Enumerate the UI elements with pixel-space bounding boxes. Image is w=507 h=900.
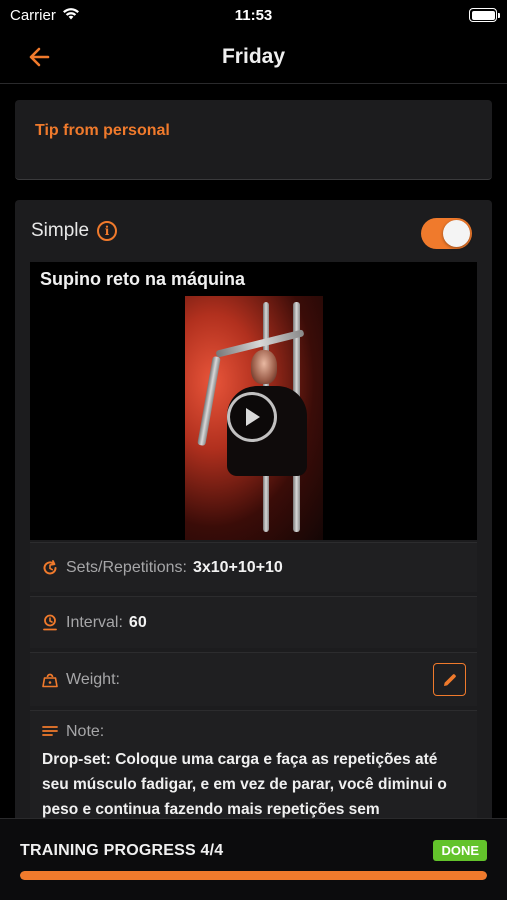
status-left: Carrier: [10, 7, 80, 24]
tip-title: Tip from personal: [35, 122, 170, 139]
timer-icon: [42, 614, 58, 631]
play-icon[interactable]: [227, 392, 277, 442]
person-head: [251, 350, 277, 384]
note-text: Drop-set: Coloque uma carga e faça as re…: [42, 751, 447, 818]
exercise-name: Supino reto na máquina: [40, 269, 246, 289]
sets-row: Sets/Repetitions: 3x10+10+10: [30, 542, 477, 592]
progress-label: TRAINING PROGRESS 4/4: [20, 842, 224, 859]
arrow-left-icon: [29, 47, 50, 67]
interval-value: 60: [128, 613, 147, 631]
page-title: Friday: [221, 44, 286, 68]
carrier-label: Carrier: [10, 6, 56, 24]
notes-icon: [42, 724, 58, 740]
info-icon[interactable]: i: [97, 221, 118, 241]
mode-label: Simple: [31, 220, 90, 241]
refresh-icon: [42, 559, 58, 576]
exercise-card: Simple i Supino reto na máquina Sets/Rep…: [15, 200, 492, 860]
wifi-icon: [62, 7, 80, 24]
edit-weight-button[interactable]: [433, 663, 466, 696]
interval-label: Interval:: [66, 613, 123, 631]
note-label: Note:: [66, 723, 105, 740]
progress-track: [20, 871, 487, 880]
mode-row: Simple i: [31, 220, 118, 242]
status-bar: Carrier 11:53: [0, 0, 507, 30]
nav-bar: Friday: [0, 30, 507, 84]
pencil-icon: [443, 673, 456, 686]
done-badge[interactable]: DONE: [433, 840, 487, 861]
tip-card[interactable]: Tip from personal: [15, 100, 492, 180]
exercise-video: Supino reto na máquina: [30, 262, 477, 540]
machine-arm: [197, 355, 221, 447]
toggle-knob: [443, 220, 470, 247]
training-progress: TRAINING PROGRESS 4/4 DONE: [0, 818, 507, 900]
interval-row: Interval: 60: [30, 596, 477, 648]
weight-row: Weight:: [30, 652, 477, 706]
battery-icon: [469, 8, 500, 22]
sets-label: Sets/Repetitions:: [66, 558, 187, 576]
mode-toggle[interactable]: [421, 218, 472, 249]
weight-icon: [42, 672, 58, 688]
progress-fill: [20, 871, 487, 880]
sets-value: 3x10+10+10: [192, 558, 283, 576]
back-button[interactable]: [24, 42, 54, 72]
note-header: Note:: [42, 723, 465, 741]
video-thumbnail[interactable]: [185, 296, 323, 540]
weight-label: Weight:: [66, 670, 120, 688]
